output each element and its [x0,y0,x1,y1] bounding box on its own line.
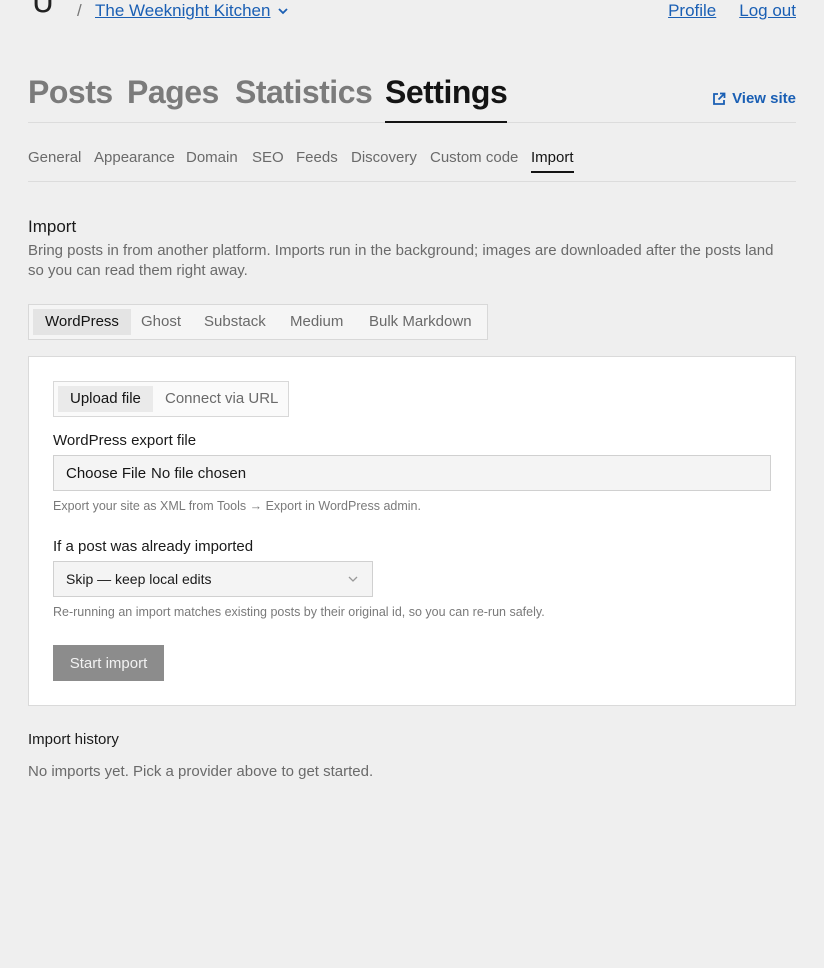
file-input[interactable]: Choose File No file chosen [53,455,771,491]
section-title: Import [28,217,77,236]
method-connect-url[interactable]: Connect via URL [165,386,278,412]
subtab-general[interactable]: General [28,149,81,173]
subtab-seo[interactable]: SEO [252,149,284,173]
history-title: Import history [28,731,119,748]
provider-wordpress[interactable]: WordPress [33,309,131,335]
provider-ghost[interactable]: Ghost [141,309,181,335]
settings-sub-tabs: General Appearance Domain SEO Feeds Disc… [28,147,796,182]
provider-medium[interactable]: Medium [290,309,343,335]
logo-icon[interactable]: U [32,0,54,18]
subtab-appearance[interactable]: Appearance [94,149,175,173]
view-site-label: View site [732,90,796,107]
section-description: Bring posts in from another platform. Im… [28,242,774,279]
file-help-text: Export your site as XML from Tools → Exp… [53,499,421,513]
external-link-icon [713,92,726,105]
top-bar: U / The Weeknight Kitchen Profile Log ou… [28,0,796,22]
tab-pages[interactable]: Pages [127,74,219,123]
view-site-link[interactable]: View site [712,90,796,107]
tab-settings[interactable]: Settings [385,74,508,123]
subtab-import[interactable]: Import [531,149,574,173]
breadcrumb-separator: / [77,1,82,20]
provider-selector: WordPress Ghost Substack Medium Bulk Mar… [28,304,488,340]
subtab-discovery[interactable]: Discovery [351,149,417,173]
logout-link[interactable]: Log out [739,1,796,21]
duplicate-select[interactable]: Skip — keep local edits [53,561,373,597]
chevron-down-icon [278,8,289,15]
file-status: No file chosen [151,464,247,482]
file-field-label: WordPress export file [53,432,197,449]
duplicate-selected-value: Skip — keep local edits [66,571,212,587]
subtab-custom-code[interactable]: Custom code [430,149,518,173]
method-upload-file[interactable]: Upload file [58,386,153,412]
duplicate-field-label: If a post was already imported [53,538,254,555]
duplicate-help-text: Re-running an import matches existing po… [53,605,545,619]
import-method-selector: Upload file Connect via URL [53,381,289,417]
provider-substack[interactable]: Substack [204,309,266,335]
subtab-domain[interactable]: Domain [186,149,238,173]
tab-posts[interactable]: Posts [28,74,113,123]
account-links: Profile Log out [668,1,796,21]
main-tabs: Posts Pages Statistics Settings View sit… [28,72,796,123]
chevron-down-icon [348,576,358,582]
tab-statistics[interactable]: Statistics [235,74,373,123]
import-form-card: Upload file Connect via URL WordPress ex… [28,356,796,706]
site-name[interactable]: The Weeknight Kitchen [95,1,270,21]
provider-bulk-markdown[interactable]: Bulk Markdown [369,309,472,335]
start-import-button[interactable]: Start import [53,645,164,681]
history-empty-state: No imports yet. Pick a provider above to… [28,763,374,780]
site-switcher[interactable]: The Weeknight Kitchen [95,1,289,21]
subtab-feeds[interactable]: Feeds [296,149,338,173]
choose-file-button[interactable]: Choose File [66,465,146,482]
profile-link[interactable]: Profile [668,1,716,21]
